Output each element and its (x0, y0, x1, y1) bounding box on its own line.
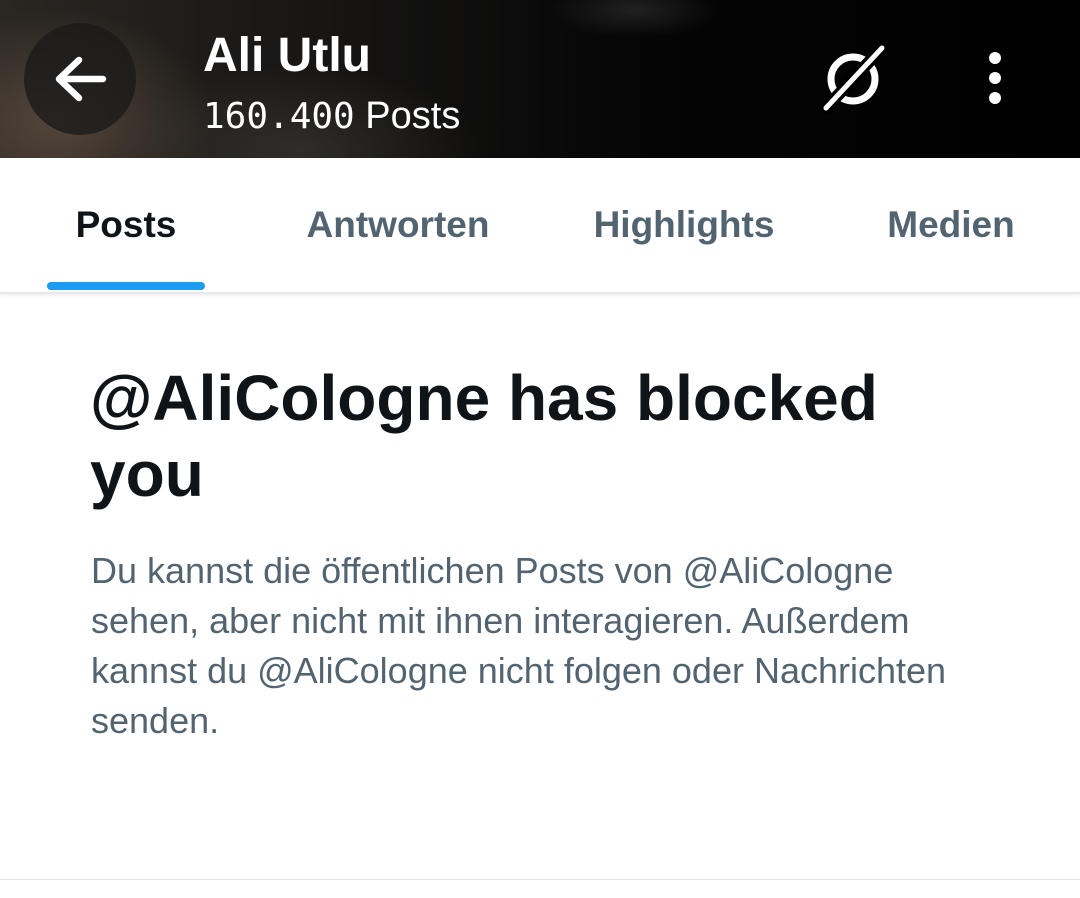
post-count-value: 160.400 (203, 96, 355, 137)
grok-icon (818, 41, 890, 119)
header-banner-image (0, 0, 1080, 158)
profile-tabs: Posts Antworten Highlights Medien (0, 158, 1080, 294)
post-count-label: Posts (365, 95, 461, 137)
active-tab-indicator (47, 282, 205, 290)
tab-medien[interactable]: Medien (870, 158, 1032, 292)
profile-name: Ali Utlu (203, 29, 371, 82)
tab-highlights[interactable]: Highlights (578, 158, 790, 292)
grok-button[interactable] (818, 41, 890, 119)
blocked-heading: @AliCologne has blocked you (90, 360, 990, 512)
profile-page: Ali Utlu 160.400 Posts Posts Antworten H… (0, 0, 1080, 898)
tab-posts[interactable]: Posts (47, 158, 205, 292)
blocked-heading-line1: @AliCologne has blocked (90, 362, 878, 434)
more-vertical-icon (983, 48, 1007, 113)
post-count: 160.400 Posts (203, 93, 460, 140)
more-options-button[interactable] (960, 44, 1030, 116)
divider (0, 879, 1080, 880)
blocked-heading-line2: you (90, 438, 204, 510)
blocked-description: Du kannst die öffentlichen Posts von @Al… (91, 550, 947, 741)
arrow-left-icon (53, 56, 107, 102)
back-button[interactable] (24, 23, 136, 135)
tab-antworten[interactable]: Antworten (290, 158, 506, 292)
profile-header: Ali Utlu 160.400 Posts (0, 0, 1080, 158)
